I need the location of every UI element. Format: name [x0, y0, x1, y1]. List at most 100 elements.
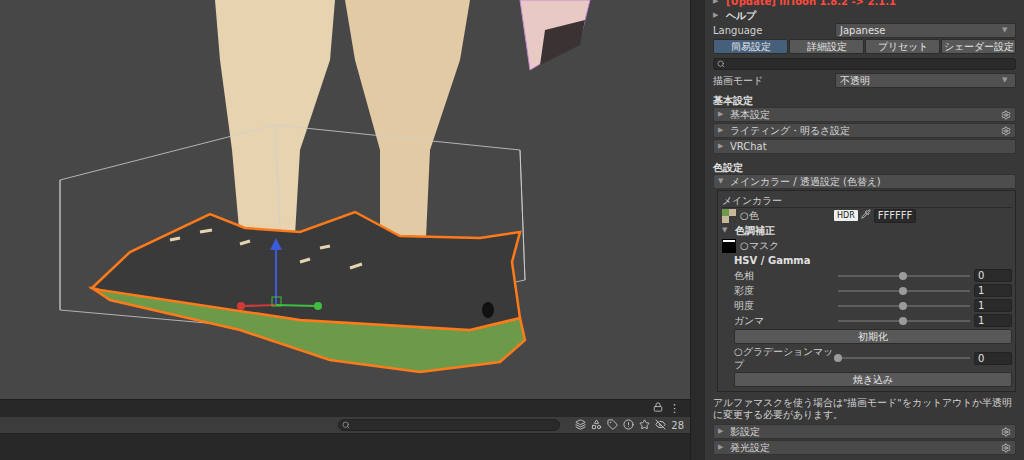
gradient-label: ○グラデーションマップ — [734, 345, 834, 371]
slider-thumb[interactable] — [899, 302, 907, 310]
tabs: 簡易設定詳細設定プリセットシェーダー設定 — [713, 39, 1016, 54]
lock-icon[interactable] — [653, 402, 663, 415]
texture-thumbnail-icon[interactable] — [722, 209, 736, 223]
foldout-arrow: ▶ — [718, 108, 727, 121]
inspector: ▶[Update] lilToon 1.8.2 -> 2.1.1▶ヘルプLang… — [705, 0, 1024, 460]
gradient-row: ○グラデーションマップ 0 — [722, 345, 1012, 371]
slider[interactable] — [838, 271, 970, 281]
foldout[interactable]: ▶基本設定 — [713, 107, 1016, 122]
foldout-arrow: ▶ — [713, 9, 722, 22]
foldout[interactable]: ▶ライティング・明るさ設定 — [713, 123, 1016, 138]
color-controls: HDR FFFFFF — [834, 209, 1012, 223]
hidden-count: 28 — [671, 420, 684, 431]
search-field[interactable] — [713, 58, 1016, 70]
info-icon[interactable] — [623, 419, 634, 432]
foldout-label: メインカラー / 透過設定 (色替え) — [730, 175, 881, 188]
foldout-label: 影設定 — [730, 425, 760, 438]
language-label: Language — [713, 24, 835, 37]
filter-icons: 28 — [575, 419, 684, 432]
slider-label: 色相 — [734, 269, 834, 282]
mask-label: ○マスク — [740, 239, 779, 252]
slider-row: 彩度1 — [722, 283, 1012, 298]
number-field[interactable]: 1 — [974, 299, 1012, 312]
slider-thumb[interactable] — [899, 317, 907, 325]
number-field[interactable]: 1 — [974, 284, 1012, 297]
number-field[interactable]: 0 — [974, 269, 1012, 282]
star-icon[interactable] — [639, 419, 650, 432]
settings-section: 色設定▼メインカラー / 透過設定 (色替え) — [713, 155, 1016, 190]
slider-row: 色相 0 — [722, 268, 1012, 283]
slider-row: 明度 1 — [722, 298, 1012, 313]
foldout-arrow: ▶ — [718, 441, 727, 454]
foldout[interactable]: ▼メインカラー / 透過設定 (色替え) — [713, 174, 1016, 189]
menu-button[interactable]: ⋮ — [669, 402, 680, 415]
search-icon — [342, 420, 350, 431]
tag-icon[interactable] — [607, 419, 618, 432]
slider-row: ガンマ 1 — [722, 313, 1012, 328]
number-field[interactable]: 1 — [974, 314, 1012, 327]
eyedropper-icon[interactable] — [861, 209, 871, 222]
slider[interactable] — [838, 316, 970, 326]
slider-thumb[interactable] — [899, 287, 907, 295]
mask-row: ○マスク — [722, 238, 1012, 253]
slider-label: 明度 — [734, 299, 834, 312]
gear-icon[interactable] — [1001, 443, 1011, 453]
panel-divider[interactable] — [690, 0, 705, 460]
section-title: 色設定 — [713, 159, 1016, 174]
search-icon — [717, 58, 725, 71]
tab[interactable]: シェーダー設定 — [941, 39, 1016, 54]
scene-panel: ⋮ 28 — [0, 0, 690, 460]
foldout-label: 発光設定 — [730, 441, 770, 454]
foldout[interactable]: ▶影設定 — [713, 424, 1016, 439]
slider-thumb[interactable] — [899, 272, 907, 280]
search-field[interactable] — [338, 419, 560, 431]
help-foldout[interactable]: ▶ヘルプ — [713, 8, 1016, 23]
foldout-arrow: ▶ — [713, 0, 722, 8]
foldout-arrow: ▶ — [718, 124, 727, 137]
foldout-label: 基本設定 — [730, 108, 770, 121]
section-title: 基本設定 — [713, 92, 1016, 107]
slider[interactable] — [838, 286, 970, 296]
mask-thumbnail-icon[interactable] — [722, 239, 736, 253]
slider-label: ガンマ — [734, 314, 834, 327]
gradient-slider[interactable] — [838, 353, 970, 363]
hierarchy-search-bar: 28 — [0, 417, 690, 434]
box-title: メインカラー — [722, 193, 1012, 208]
foldout-arrow: ▼ — [718, 175, 727, 188]
language-dropdown[interactable]: Japanese▼ — [835, 23, 1016, 38]
scene-viewport[interactable] — [0, 0, 690, 400]
foldout[interactable]: ▶VRChat — [713, 139, 1016, 154]
hex-field[interactable]: FFFFFF — [874, 209, 917, 223]
foldout-arrow: ▶ — [718, 425, 727, 438]
alpha-mask-note: アルファマスクを使う場合は"描画モード"をカットアウトか半透明に変更する必要があ… — [713, 397, 1016, 421]
eye-hidden-icon[interactable] — [655, 419, 666, 432]
gear-icon[interactable] — [1001, 110, 1011, 120]
update-notice[interactable]: ▶[Update] lilToon 1.8.2 -> 2.1.1 — [713, 0, 1016, 8]
gear-icon[interactable] — [1001, 126, 1011, 136]
color-row: ○色HDRFFFFFF — [722, 208, 1012, 223]
layers-icon[interactable] — [575, 419, 586, 432]
settings-section: 基本設定▶基本設定▶ライティング・明るさ設定▶VRChat — [713, 88, 1016, 155]
bake-button[interactable]: 焼き込み — [734, 372, 1012, 387]
gear-icon[interactable] — [1001, 427, 1011, 437]
render-mode-dropdown[interactable]: 不透明▼ — [835, 73, 1016, 88]
foldout-label: ライティング・明るさ設定 — [730, 124, 850, 137]
slider[interactable] — [838, 301, 970, 311]
reset-button[interactable]: 初期化 — [734, 329, 1012, 344]
unity-editor: ⋮ 28 ▶[Update] lilToon 1.8.2 -> 2.1.1▶ヘルプL… — [0, 0, 1024, 460]
hsv-title: HSV / Gamma — [722, 253, 1012, 268]
tab[interactable]: プリセット — [865, 39, 940, 54]
hdr-button[interactable]: HDR — [834, 210, 858, 221]
main-color-box: メインカラー○色HDRFFFFFF▼色調補正○マスクHSV / Gamma色相0… — [717, 190, 1016, 392]
scene-view-model[interactable] — [0, 0, 690, 400]
number-field[interactable]: 0 — [974, 352, 1012, 365]
tab[interactable]: 簡易設定 — [713, 39, 788, 54]
tone-foldout[interactable]: ▼色調補正 — [722, 223, 1012, 238]
render-mode-row: 描画モード不透明▼ — [713, 73, 1016, 88]
foldout[interactable]: ▶発光設定 — [713, 440, 1016, 455]
panel-toolbar: ⋮ — [0, 400, 690, 417]
slider-thumb[interactable] — [834, 354, 842, 362]
shapes-icon[interactable] — [591, 419, 602, 432]
slider-track — [838, 357, 970, 359]
tab[interactable]: 詳細設定 — [789, 39, 864, 54]
